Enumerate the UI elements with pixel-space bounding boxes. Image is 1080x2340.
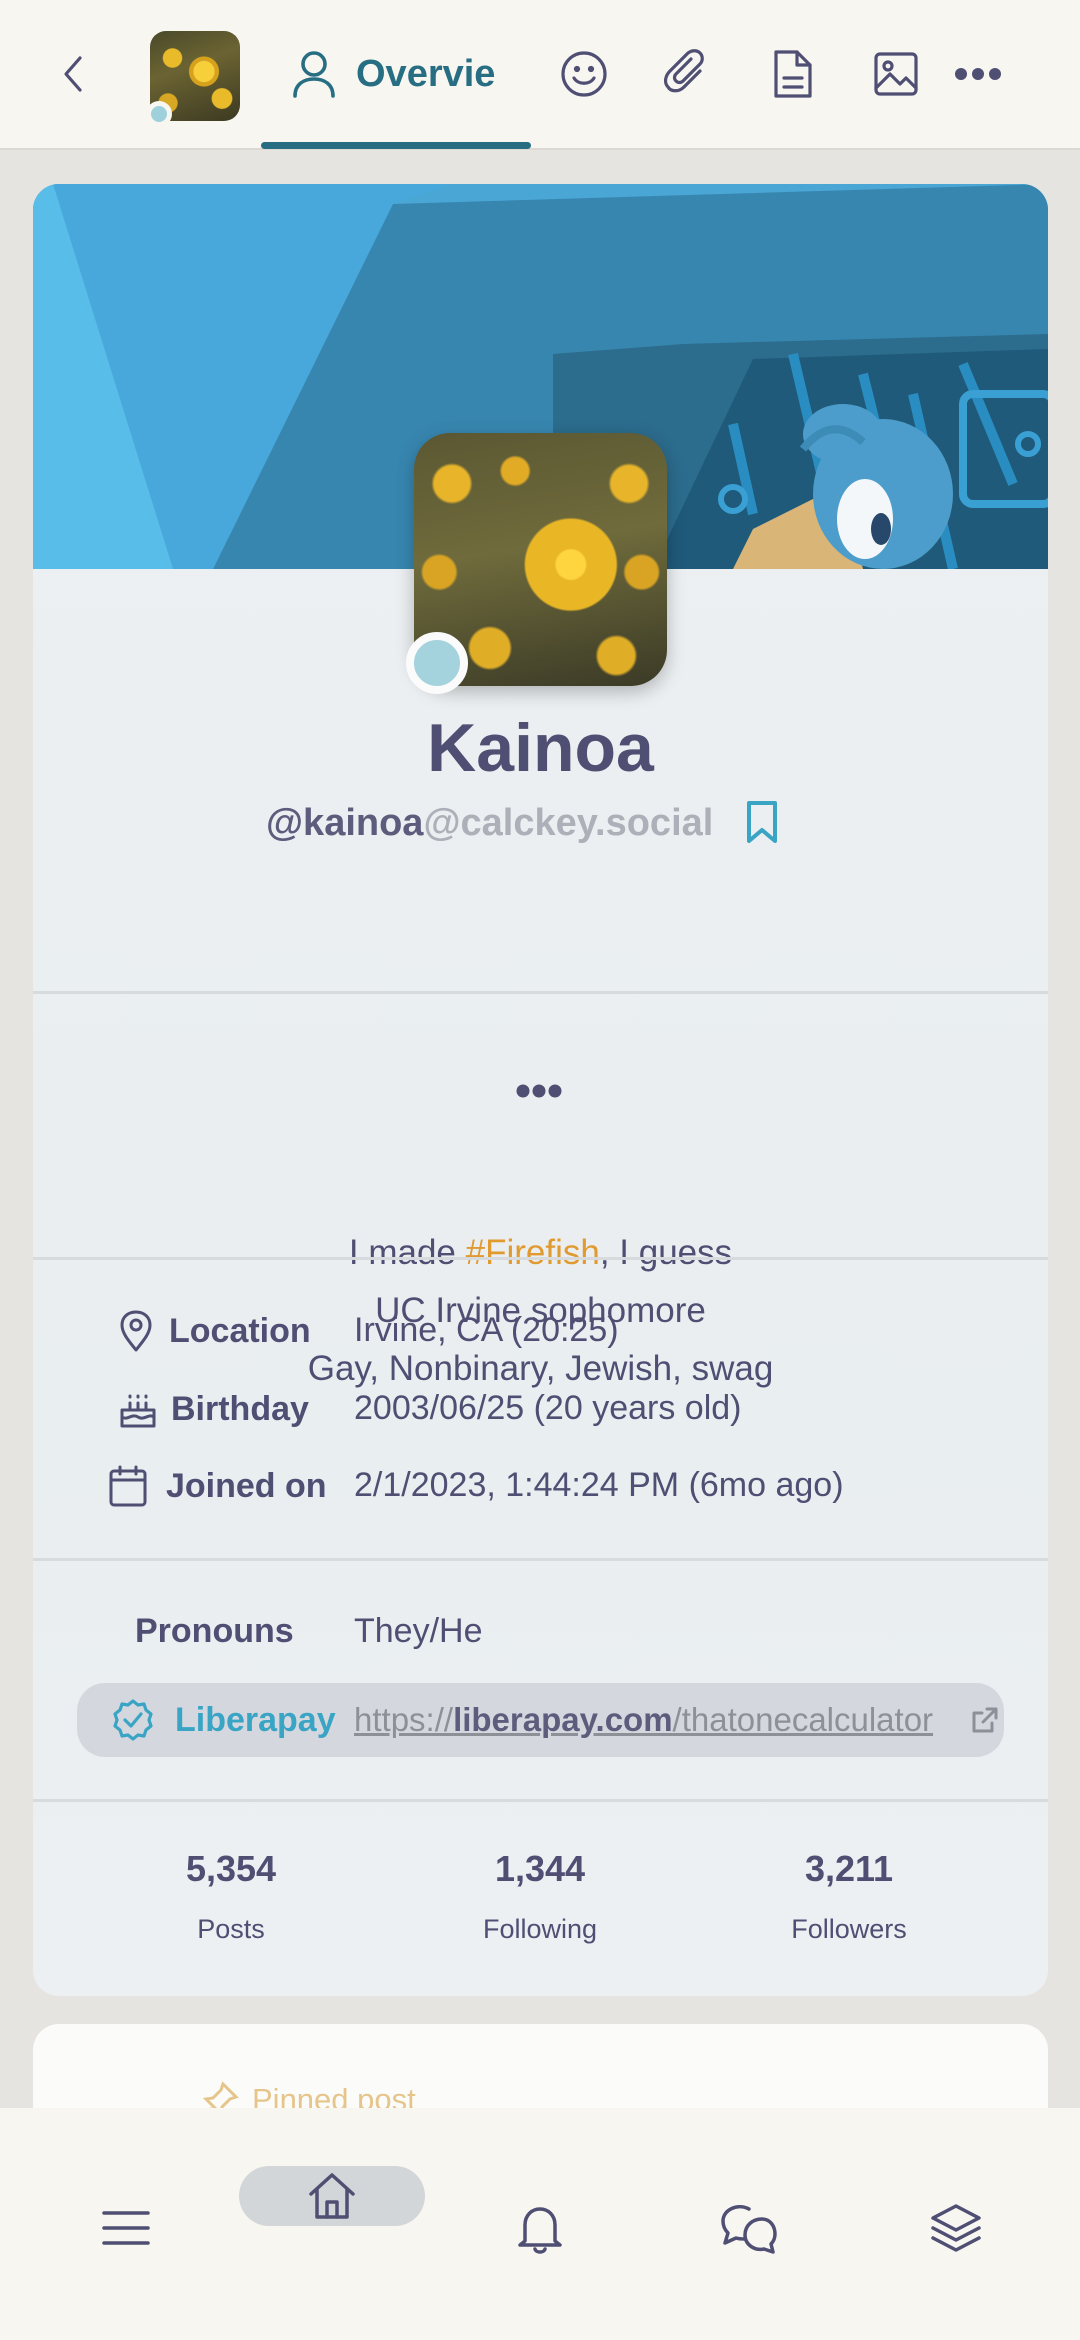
more-horizontal-icon bbox=[516, 1084, 562, 1098]
tab-gallery[interactable] bbox=[866, 44, 926, 104]
birthday-label: Birthday bbox=[171, 1389, 309, 1428]
online-status-indicator bbox=[406, 632, 468, 694]
home-button[interactable] bbox=[292, 2156, 372, 2236]
profile-avatar[interactable] bbox=[406, 433, 667, 694]
handle-username: @kainoa bbox=[266, 802, 424, 844]
joined-row: Joined on bbox=[108, 1456, 327, 1516]
verified-badge-icon bbox=[113, 1699, 153, 1741]
pronouns-label: Pronouns bbox=[135, 1612, 294, 1650]
user-icon bbox=[293, 51, 335, 98]
chevron-left-icon bbox=[64, 56, 82, 92]
following-label: Following bbox=[482, 1914, 598, 1944]
messages-button[interactable] bbox=[708, 2188, 788, 2268]
tab-overview-label: Overvie bbox=[356, 52, 496, 95]
followers-label: Followers bbox=[791, 1914, 907, 1944]
posts-stat[interactable]: 5,354 Posts bbox=[101, 1848, 361, 1945]
top-bar: Overvie bbox=[0, 0, 1080, 150]
tab-pages[interactable] bbox=[762, 44, 822, 104]
pronouns-value: They/He bbox=[354, 1612, 483, 1650]
following-count: 1,344 bbox=[494, 1848, 586, 1889]
joined-value: 2/1/2023, 1:44:24 PM (6mo ago) bbox=[354, 1466, 844, 1504]
bookmark-button[interactable] bbox=[745, 800, 779, 849]
birthday-row: Birthday bbox=[118, 1379, 309, 1439]
profile-menu-button[interactable] bbox=[515, 1082, 563, 1105]
menu-button[interactable] bbox=[86, 2188, 166, 2268]
bell-icon bbox=[518, 2207, 562, 2254]
widgets-button[interactable] bbox=[916, 2188, 996, 2268]
link-path: /thatonecalculator bbox=[672, 1701, 934, 1738]
display-name: Kainoa bbox=[427, 710, 654, 786]
image-icon bbox=[874, 52, 918, 96]
bookmark-icon bbox=[747, 801, 777, 843]
divider bbox=[33, 1558, 1048, 1561]
hashtag-link[interactable]: #Firefish bbox=[466, 1233, 600, 1272]
following-stat[interactable]: 1,344 Following bbox=[410, 1848, 670, 1945]
home-icon bbox=[309, 2173, 355, 2219]
tab-overview[interactable]: Overvie bbox=[290, 44, 495, 104]
liberapay-link[interactable]: https://liberapay.com/thatonecalculator bbox=[354, 1701, 933, 1739]
smile-icon bbox=[561, 51, 607, 97]
paperclip-icon bbox=[663, 49, 704, 93]
bottom-navigation bbox=[0, 2108, 1080, 2340]
verified-field-liberapay: Liberapay https://liberapay.com/thatonec… bbox=[77, 1683, 1004, 1757]
bio-text: , I guess bbox=[599, 1233, 733, 1272]
bio-text: I made bbox=[348, 1233, 466, 1272]
followers-count: 3,211 bbox=[804, 1848, 894, 1889]
birthday-value: 2003/06/25 (20 years old) bbox=[354, 1389, 742, 1427]
document-icon bbox=[774, 50, 812, 98]
liberapay-label: Liberapay bbox=[175, 1700, 336, 1739]
account-handle: @kainoa@calckey.social bbox=[266, 802, 713, 845]
divider bbox=[33, 991, 1048, 994]
divider bbox=[33, 1257, 1048, 1260]
profile-card: Kainoa @kainoa@calckey.social I made #Fi… bbox=[33, 184, 1048, 1996]
map-pin-icon bbox=[120, 1310, 152, 1352]
more-horizontal-icon bbox=[955, 68, 1001, 80]
location-row: Location bbox=[118, 1301, 311, 1361]
layers-icon bbox=[931, 2204, 981, 2252]
online-indicator bbox=[146, 101, 172, 127]
tab-reactions[interactable] bbox=[554, 44, 614, 104]
link-scheme: https:// bbox=[354, 1701, 454, 1738]
location-label: Location bbox=[169, 1311, 311, 1350]
menu-icon bbox=[102, 2211, 150, 2245]
divider bbox=[33, 1799, 1048, 1802]
active-tab-indicator bbox=[261, 142, 531, 149]
posts-label: Posts bbox=[197, 1914, 265, 1944]
header-avatar[interactable] bbox=[146, 31, 240, 127]
tab-clips[interactable] bbox=[657, 44, 717, 104]
external-link-icon bbox=[972, 1707, 998, 1733]
handle-host: @calckey.social bbox=[423, 802, 714, 844]
location-value: Irvine, CA (20:25) bbox=[354, 1311, 619, 1349]
back-button[interactable] bbox=[44, 44, 104, 104]
more-tabs-button[interactable] bbox=[948, 44, 1008, 104]
bio-line-1: I made #Firefish, I guess bbox=[33, 1224, 1048, 1282]
joined-label: Joined on bbox=[166, 1466, 327, 1505]
calendar-icon bbox=[109, 1465, 147, 1507]
followers-stat[interactable]: 3,211 Followers bbox=[719, 1848, 979, 1945]
notifications-button[interactable] bbox=[500, 2188, 580, 2268]
posts-count: 5,354 bbox=[185, 1848, 277, 1889]
chat-bubbles-icon bbox=[721, 2205, 777, 2254]
link-domain: liberapay.com bbox=[453, 1701, 673, 1738]
cake-icon bbox=[120, 1394, 156, 1428]
